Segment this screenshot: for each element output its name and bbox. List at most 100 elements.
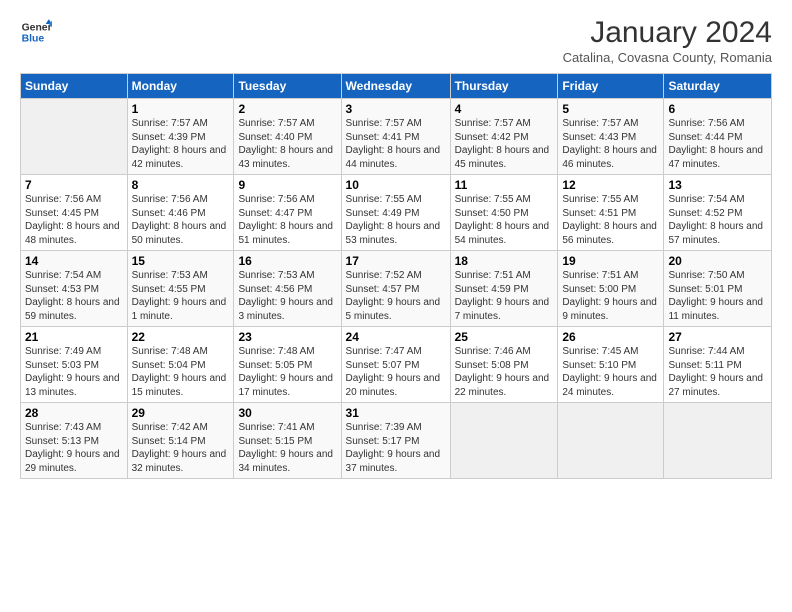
weekday-header: Saturday: [664, 74, 772, 99]
day-number: 29: [132, 406, 230, 420]
day-number: 10: [346, 178, 446, 192]
day-info: Sunrise: 7:54 AMSunset: 4:52 PMDaylight:…: [668, 193, 767, 247]
day-number: 23: [238, 330, 336, 344]
svg-text:Blue: Blue: [22, 34, 45, 45]
day-number: 8: [132, 178, 230, 192]
day-info: Sunrise: 7:52 AMSunset: 4:57 PMDaylight:…: [346, 269, 446, 323]
weekday-header: Monday: [127, 74, 234, 99]
day-info: Sunrise: 7:53 AMSunset: 4:55 PMDaylight:…: [132, 269, 230, 323]
day-info: Sunrise: 7:49 AMSunset: 5:03 PMDaylight:…: [25, 345, 123, 399]
day-info: Sunrise: 7:47 AMSunset: 5:07 PMDaylight:…: [346, 345, 446, 399]
day-number: 15: [132, 254, 230, 268]
day-info: Sunrise: 7:56 AMSunset: 4:46 PMDaylight:…: [132, 193, 230, 247]
calendar-cell: 26Sunrise: 7:45 AMSunset: 5:10 PMDayligh…: [558, 327, 664, 403]
calendar-week-row: 1Sunrise: 7:57 AMSunset: 4:39 PMDaylight…: [21, 99, 772, 175]
calendar-cell: 3Sunrise: 7:57 AMSunset: 4:41 PMDaylight…: [341, 99, 450, 175]
day-info: Sunrise: 7:51 AMSunset: 5:00 PMDaylight:…: [562, 269, 659, 323]
calendar-cell: 2Sunrise: 7:57 AMSunset: 4:40 PMDaylight…: [234, 99, 341, 175]
logo: General Blue: [20, 16, 52, 48]
weekday-header: Wednesday: [341, 74, 450, 99]
day-number: 17: [346, 254, 446, 268]
day-info: Sunrise: 7:48 AMSunset: 5:04 PMDaylight:…: [132, 345, 230, 399]
day-info: Sunrise: 7:57 AMSunset: 4:43 PMDaylight:…: [562, 117, 659, 171]
calendar-week-row: 28Sunrise: 7:43 AMSunset: 5:13 PMDayligh…: [21, 403, 772, 479]
calendar-cell: 8Sunrise: 7:56 AMSunset: 4:46 PMDaylight…: [127, 175, 234, 251]
calendar-cell: 28Sunrise: 7:43 AMSunset: 5:13 PMDayligh…: [21, 403, 128, 479]
calendar-cell: 17Sunrise: 7:52 AMSunset: 4:57 PMDayligh…: [341, 251, 450, 327]
day-number: 13: [668, 178, 767, 192]
day-number: 2: [238, 102, 336, 116]
day-info: Sunrise: 7:41 AMSunset: 5:15 PMDaylight:…: [238, 421, 336, 475]
calendar-cell: 9Sunrise: 7:56 AMSunset: 4:47 PMDaylight…: [234, 175, 341, 251]
day-info: Sunrise: 7:56 AMSunset: 4:45 PMDaylight:…: [25, 193, 123, 247]
weekday-header: Sunday: [21, 74, 128, 99]
day-number: 30: [238, 406, 336, 420]
day-info: Sunrise: 7:56 AMSunset: 4:44 PMDaylight:…: [668, 117, 767, 171]
day-info: Sunrise: 7:54 AMSunset: 4:53 PMDaylight:…: [25, 269, 123, 323]
day-info: Sunrise: 7:55 AMSunset: 4:50 PMDaylight:…: [455, 193, 554, 247]
calendar-cell: [664, 403, 772, 479]
day-number: 11: [455, 178, 554, 192]
calendar-cell: 1Sunrise: 7:57 AMSunset: 4:39 PMDaylight…: [127, 99, 234, 175]
calendar-cell: 5Sunrise: 7:57 AMSunset: 4:43 PMDaylight…: [558, 99, 664, 175]
calendar-cell: 25Sunrise: 7:46 AMSunset: 5:08 PMDayligh…: [450, 327, 558, 403]
calendar-cell: 30Sunrise: 7:41 AMSunset: 5:15 PMDayligh…: [234, 403, 341, 479]
calendar-cell: 13Sunrise: 7:54 AMSunset: 4:52 PMDayligh…: [664, 175, 772, 251]
day-info: Sunrise: 7:42 AMSunset: 5:14 PMDaylight:…: [132, 421, 230, 475]
calendar-cell: 21Sunrise: 7:49 AMSunset: 5:03 PMDayligh…: [21, 327, 128, 403]
day-number: 6: [668, 102, 767, 116]
day-info: Sunrise: 7:51 AMSunset: 4:59 PMDaylight:…: [455, 269, 554, 323]
month-title: January 2024: [563, 16, 772, 50]
calendar-cell: 15Sunrise: 7:53 AMSunset: 4:55 PMDayligh…: [127, 251, 234, 327]
header: General Blue January 2024 Catalina, Cova…: [20, 16, 772, 65]
calendar-cell: 7Sunrise: 7:56 AMSunset: 4:45 PMDaylight…: [21, 175, 128, 251]
day-info: Sunrise: 7:57 AMSunset: 4:39 PMDaylight:…: [132, 117, 230, 171]
calendar-week-row: 7Sunrise: 7:56 AMSunset: 4:45 PMDaylight…: [21, 175, 772, 251]
day-number: 27: [668, 330, 767, 344]
day-number: 26: [562, 330, 659, 344]
day-info: Sunrise: 7:56 AMSunset: 4:47 PMDaylight:…: [238, 193, 336, 247]
weekday-header: Friday: [558, 74, 664, 99]
calendar-cell: 14Sunrise: 7:54 AMSunset: 4:53 PMDayligh…: [21, 251, 128, 327]
day-info: Sunrise: 7:57 AMSunset: 4:42 PMDaylight:…: [455, 117, 554, 171]
day-number: 22: [132, 330, 230, 344]
calendar-cell: 10Sunrise: 7:55 AMSunset: 4:49 PMDayligh…: [341, 175, 450, 251]
day-number: 16: [238, 254, 336, 268]
day-number: 21: [25, 330, 123, 344]
day-number: 31: [346, 406, 446, 420]
day-number: 5: [562, 102, 659, 116]
calendar-page: General Blue January 2024 Catalina, Cova…: [0, 0, 792, 612]
calendar-cell: [558, 403, 664, 479]
day-number: 7: [25, 178, 123, 192]
day-number: 12: [562, 178, 659, 192]
day-number: 25: [455, 330, 554, 344]
svg-text:General: General: [22, 22, 52, 33]
day-info: Sunrise: 7:45 AMSunset: 5:10 PMDaylight:…: [562, 345, 659, 399]
day-info: Sunrise: 7:57 AMSunset: 4:41 PMDaylight:…: [346, 117, 446, 171]
day-info: Sunrise: 7:50 AMSunset: 5:01 PMDaylight:…: [668, 269, 767, 323]
day-number: 9: [238, 178, 336, 192]
calendar-cell: 23Sunrise: 7:48 AMSunset: 5:05 PMDayligh…: [234, 327, 341, 403]
day-info: Sunrise: 7:43 AMSunset: 5:13 PMDaylight:…: [25, 421, 123, 475]
day-number: 24: [346, 330, 446, 344]
day-info: Sunrise: 7:46 AMSunset: 5:08 PMDaylight:…: [455, 345, 554, 399]
day-info: Sunrise: 7:57 AMSunset: 4:40 PMDaylight:…: [238, 117, 336, 171]
day-info: Sunrise: 7:55 AMSunset: 4:51 PMDaylight:…: [562, 193, 659, 247]
calendar-cell: [21, 99, 128, 175]
calendar-cell: 12Sunrise: 7:55 AMSunset: 4:51 PMDayligh…: [558, 175, 664, 251]
logo-icon: General Blue: [20, 16, 52, 48]
day-number: 1: [132, 102, 230, 116]
calendar-cell: 24Sunrise: 7:47 AMSunset: 5:07 PMDayligh…: [341, 327, 450, 403]
day-info: Sunrise: 7:39 AMSunset: 5:17 PMDaylight:…: [346, 421, 446, 475]
calendar-cell: 16Sunrise: 7:53 AMSunset: 4:56 PMDayligh…: [234, 251, 341, 327]
calendar-cell: 4Sunrise: 7:57 AMSunset: 4:42 PMDaylight…: [450, 99, 558, 175]
subtitle: Catalina, Covasna County, Romania: [563, 50, 772, 65]
calendar-header: SundayMondayTuesdayWednesdayThursdayFrid…: [21, 74, 772, 99]
calendar-cell: 27Sunrise: 7:44 AMSunset: 5:11 PMDayligh…: [664, 327, 772, 403]
weekday-header: Thursday: [450, 74, 558, 99]
calendar-cell: 18Sunrise: 7:51 AMSunset: 4:59 PMDayligh…: [450, 251, 558, 327]
calendar-week-row: 21Sunrise: 7:49 AMSunset: 5:03 PMDayligh…: [21, 327, 772, 403]
day-number: 20: [668, 254, 767, 268]
calendar-table: SundayMondayTuesdayWednesdayThursdayFrid…: [20, 73, 772, 479]
day-number: 4: [455, 102, 554, 116]
